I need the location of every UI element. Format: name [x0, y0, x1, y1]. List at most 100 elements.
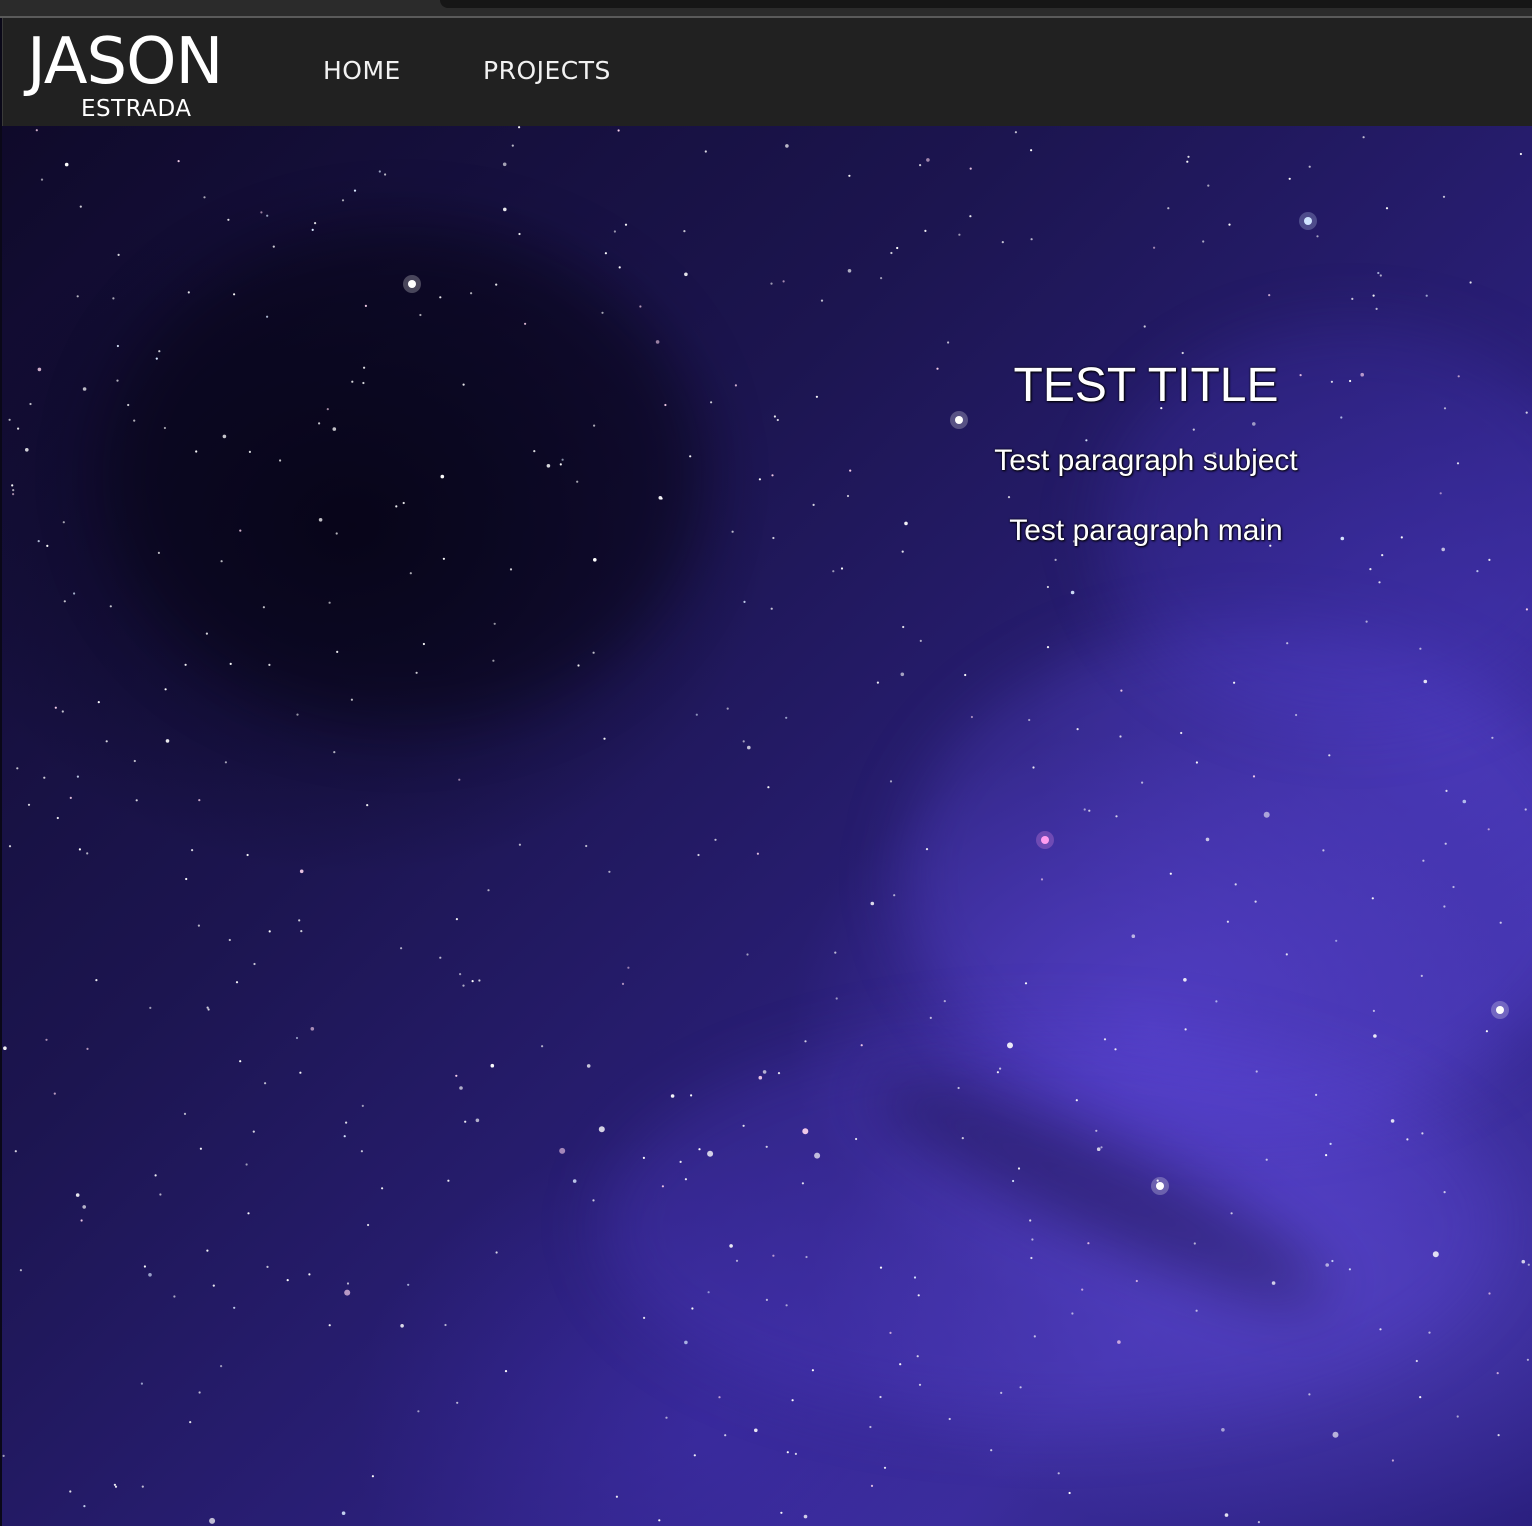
star [1325, 1263, 1329, 1267]
star [1019, 1386, 1022, 1389]
star [157, 551, 160, 554]
star [1017, 1167, 1021, 1170]
star [999, 1067, 1002, 1070]
star [1525, 608, 1528, 611]
star [266, 315, 269, 318]
star [1221, 1428, 1225, 1432]
star [1285, 953, 1288, 956]
star [772, 536, 775, 540]
star [8, 418, 11, 421]
star [1351, 297, 1354, 300]
hero-section: TEST TITLE Test paragraph subject Test p… [2, 126, 1532, 1526]
star [1491, 736, 1494, 739]
star [1076, 728, 1079, 731]
star [350, 698, 353, 701]
star [913, 1276, 917, 1279]
star [266, 214, 269, 217]
star [855, 1137, 858, 1141]
star [197, 924, 200, 927]
star [456, 1401, 459, 1404]
star [572, 1179, 577, 1183]
hero-text-block: TEST TITLE Test paragraph subject Test p… [946, 358, 1346, 549]
star [1525, 411, 1528, 414]
star [367, 1223, 370, 1227]
star [593, 558, 597, 562]
star [684, 1178, 688, 1181]
star [1187, 155, 1190, 158]
star [75, 1193, 80, 1197]
star [1315, 1093, 1318, 1096]
star [268, 930, 271, 933]
star [363, 366, 366, 369]
star [889, 1331, 892, 1334]
star [1088, 809, 1091, 812]
star [1030, 1256, 1033, 1260]
star [154, 1174, 157, 1177]
star [247, 1212, 250, 1215]
star [1143, 325, 1146, 328]
star [925, 848, 929, 851]
star [559, 1147, 566, 1154]
star [135, 799, 138, 802]
star [1120, 689, 1123, 692]
star [212, 1284, 215, 1287]
star [1271, 1281, 1276, 1285]
star [233, 293, 236, 296]
star [1153, 246, 1156, 249]
star [1476, 570, 1479, 573]
star [344, 1289, 351, 1296]
star [731, 530, 734, 533]
star [698, 1148, 701, 1151]
star [1131, 934, 1136, 938]
star [585, 844, 588, 848]
star [220, 560, 223, 563]
star [353, 189, 357, 192]
star [1233, 681, 1236, 684]
star [714, 838, 717, 841]
star [1068, 1491, 1071, 1495]
star [1230, 1212, 1233, 1215]
star [780, 1511, 783, 1514]
star [1308, 165, 1311, 168]
star [462, 984, 465, 987]
star [546, 464, 551, 468]
star [76, 295, 79, 298]
star [206, 1006, 209, 1009]
star [533, 450, 536, 453]
star [561, 458, 564, 461]
star [407, 1283, 410, 1286]
star [495, 1251, 498, 1254]
star [1379, 1328, 1382, 1331]
star [518, 843, 522, 846]
star [1252, 775, 1256, 778]
star [870, 901, 875, 906]
nav-link-projects[interactable]: PROJECTS [483, 56, 611, 85]
star [509, 568, 513, 571]
star [690, 1094, 693, 1097]
star [298, 919, 301, 922]
star [1030, 149, 1033, 152]
star [235, 981, 239, 984]
star [86, 852, 89, 855]
star [1228, 223, 1231, 226]
nav-link-home[interactable]: HOME [323, 56, 401, 85]
star [318, 422, 321, 425]
star [615, 1495, 619, 1498]
star [1375, 307, 1378, 310]
star [1462, 799, 1467, 804]
site-logo[interactable]: JASON ESTRADA [27, 30, 257, 121]
star [105, 740, 108, 743]
star [1487, 828, 1490, 831]
star [164, 688, 167, 691]
star [869, 1425, 872, 1429]
star [1205, 837, 1210, 842]
star [1268, 294, 1271, 297]
star [1390, 1119, 1395, 1123]
star [2, 1454, 5, 1457]
logo-last-name: ESTRADA [81, 96, 192, 122]
star [239, 1060, 242, 1063]
star [1226, 920, 1229, 923]
star [1379, 274, 1382, 277]
star [260, 211, 263, 214]
hero-title: TEST TITLE [1013, 359, 1279, 412]
